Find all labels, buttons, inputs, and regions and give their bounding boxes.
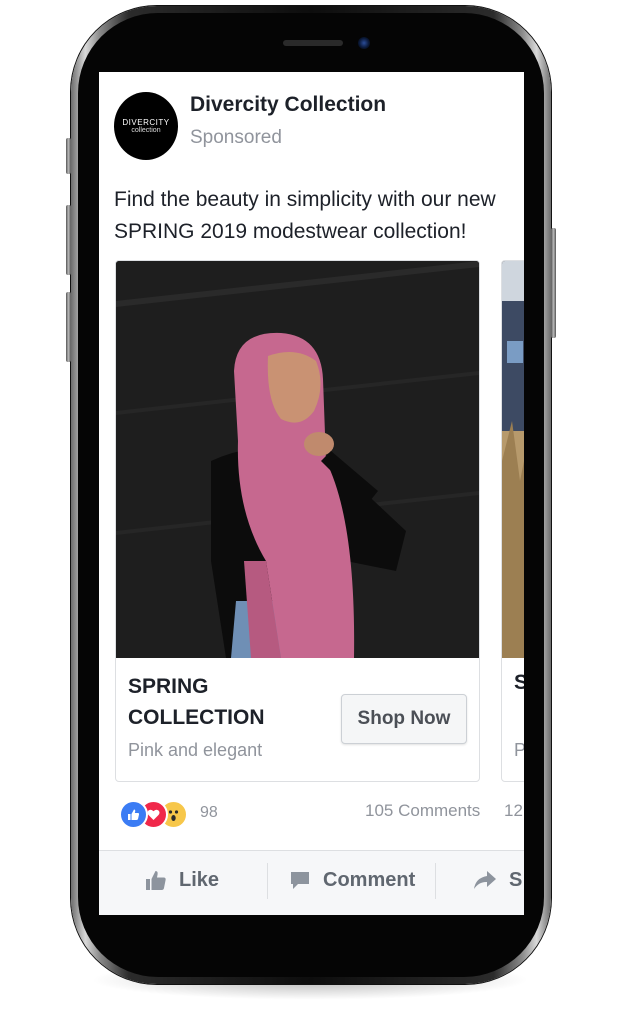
reactions-summary[interactable]: 98 bbox=[119, 798, 239, 829]
comments-count-link[interactable]: 105 Comments bbox=[365, 801, 480, 821]
power-button bbox=[551, 228, 556, 338]
card-title: SPRING COLLECTION bbox=[128, 671, 328, 733]
share-arrow-icon bbox=[474, 871, 496, 889]
avatar-logo-subtext: collection bbox=[131, 126, 161, 134]
comment-label: Comment bbox=[323, 868, 416, 891]
like-label: Like bbox=[179, 868, 220, 891]
comment-icon bbox=[291, 872, 309, 889]
share-label: S bbox=[509, 868, 523, 891]
front-camera bbox=[358, 37, 370, 49]
comment-button[interactable]: Comment bbox=[289, 851, 415, 909]
card-title-line-1: SPRING bbox=[128, 675, 209, 698]
caption-line-1: Find the beauty in simplicity with our n… bbox=[114, 188, 496, 211]
like-button[interactable]: Like bbox=[145, 851, 219, 909]
thumbs-up-icon bbox=[146, 871, 166, 890]
earpiece-speaker bbox=[283, 40, 343, 46]
post-caption: Find the beauty in simplicity with our n… bbox=[114, 184, 524, 248]
card-title-next: S bbox=[514, 671, 524, 695]
product-photo[interactable] bbox=[116, 261, 479, 658]
page-avatar[interactable]: DIVERCITY collection bbox=[114, 92, 178, 160]
volume-down-button bbox=[66, 292, 71, 362]
post-action-bar: Like Comment S bbox=[99, 850, 524, 915]
shares-count-link[interactable]: 12 bbox=[504, 801, 523, 821]
avatar-logo-text: DIVERCITY bbox=[122, 117, 170, 127]
product-photo-next[interactable] bbox=[502, 261, 524, 658]
mute-switch bbox=[66, 138, 71, 174]
action-divider bbox=[267, 863, 268, 899]
carousel-card[interactable]: SPRING COLLECTION Pink and elegant Shop … bbox=[115, 260, 480, 782]
card-subtitle: Pink and elegant bbox=[128, 740, 263, 760]
phone-screen: DIVERCITY collection Divercity Collectio… bbox=[99, 72, 524, 915]
volume-up-button bbox=[66, 205, 71, 275]
like-icon bbox=[119, 800, 148, 829]
share-button[interactable]: S bbox=[473, 851, 522, 909]
reaction-count: 98 bbox=[200, 804, 218, 821]
carousel-card-next[interactable]: S P bbox=[501, 260, 524, 782]
card-subtitle-next: P bbox=[514, 740, 524, 761]
card-title-line-2: COLLECTION bbox=[128, 706, 265, 729]
caption-line-2: SPRING 2019 modestwear collection! bbox=[114, 220, 467, 243]
page-name-link[interactable]: Divercity Collection bbox=[190, 93, 386, 117]
post-header: DIVERCITY collection Divercity Collectio… bbox=[114, 90, 514, 164]
shop-now-button[interactable]: Shop Now bbox=[341, 694, 467, 744]
sponsored-label: Sponsored bbox=[190, 127, 282, 148]
action-divider bbox=[435, 863, 436, 899]
